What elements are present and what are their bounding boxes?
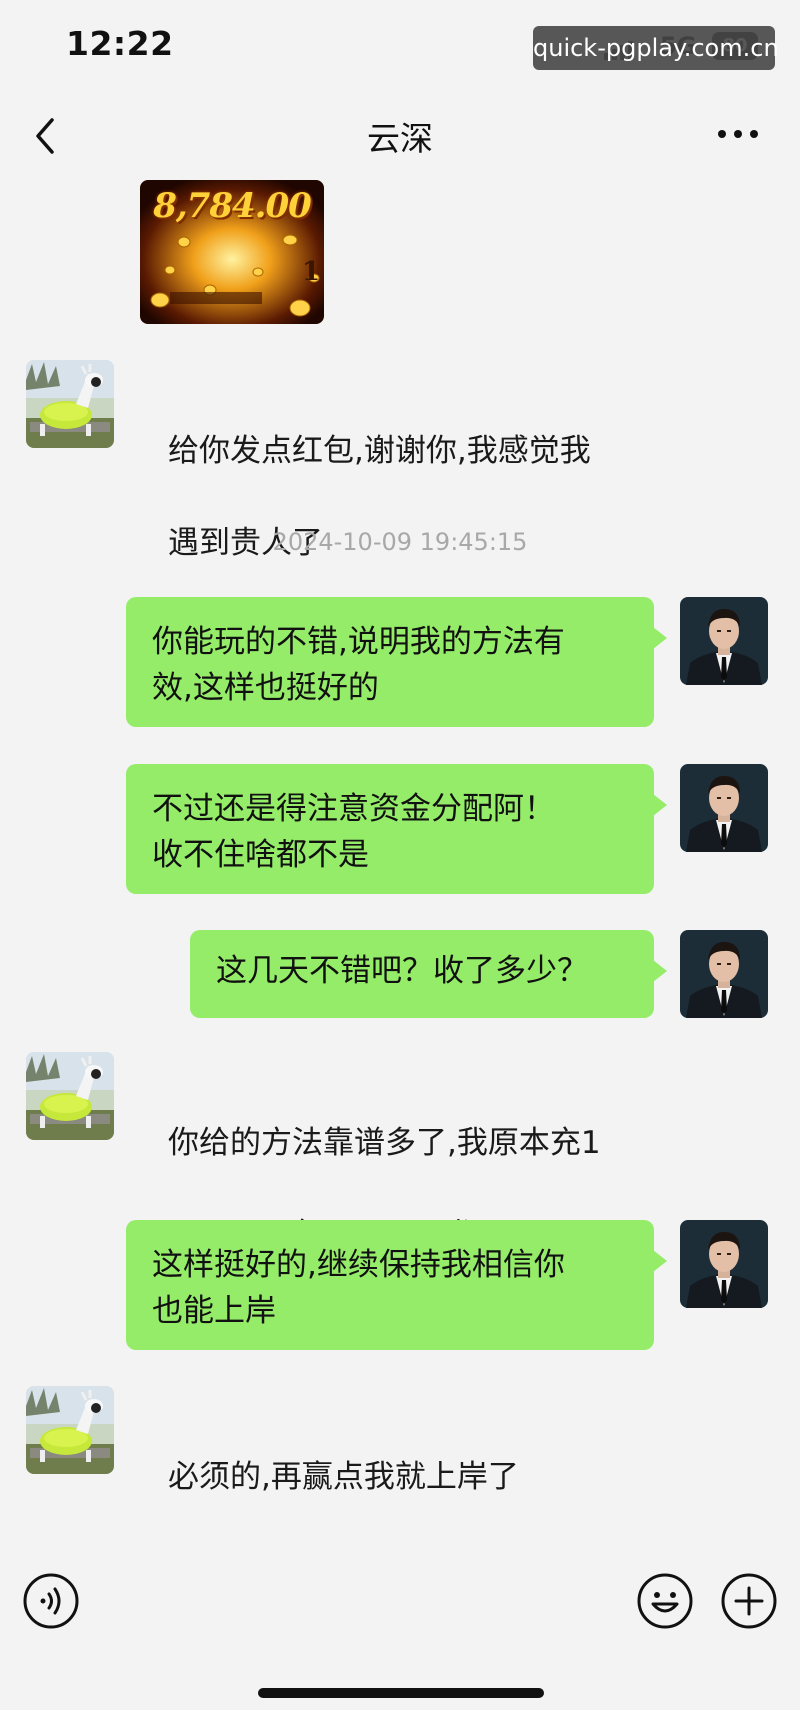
my-avatar[interactable] [680,597,768,685]
message-line: 这样挺好的,继续保持我相信你 [152,1247,565,1283]
message-line: 你给的方法靠谱多了,我原本充1 [168,1125,601,1161]
contact-avatar[interactable] [26,360,114,448]
more-button[interactable] [712,118,764,150]
incoming-message: 必须的,再赢点我就上岸了 [168,1408,519,1546]
chevron-left-icon [36,118,54,154]
outgoing-message[interactable]: 你能玩的不错,说明我的方法有 效,这样也挺好的 [126,597,667,727]
message-line: 效,这样也挺好的 [152,670,379,706]
message-line: 不过还是得注意资金分配阿！ [152,791,555,827]
outgoing-message[interactable]: 这样挺好的,继续保持我相信你 也能上岸 [126,1220,667,1350]
timestamp: 2024-10-09 19:45:15 [272,528,528,556]
emoji-button[interactable] [636,1572,694,1630]
message-line: 这几天不错吧？收了多少？ [216,953,588,989]
message-line: 给你发点红包,谢谢你,我感觉我 [168,433,591,469]
outgoing-message[interactable]: 不过还是得注意资金分配阿！ 收不住啥都不是 [126,764,667,894]
my-avatar[interactable] [680,1220,768,1308]
svg-text:1: 1 [302,257,320,287]
voice-icon [23,1573,79,1629]
message-line: 你能玩的不错,说明我的方法有 [152,624,565,660]
back-button[interactable] [28,112,64,160]
message-line: 也能上岸 [152,1293,276,1329]
contact-avatar[interactable] [26,1052,114,1140]
jackpot-amount: 8,784.00 [153,186,312,226]
plus-button[interactable] [720,1572,778,1630]
chat-title: 云深 [367,119,433,158]
message-line: 必须的,再赢点我就上岸了 [168,1459,519,1495]
watermark: quick-pgplay.com.cn [533,26,779,70]
message-line: 收不住啥都不是 [152,837,369,873]
more-dots-icon [718,130,758,138]
my-avatar[interactable] [680,764,768,852]
home-indicator[interactable] [258,1688,544,1698]
message-image[interactable]: 1 8,784.00 [140,180,324,324]
plus-icon [721,1573,777,1629]
contact-avatar[interactable] [26,1386,114,1474]
my-avatar[interactable] [680,930,768,1018]
incoming-message: 给你发点红包,谢谢你,我感觉我 遇到贵人了 [168,382,591,612]
outgoing-message[interactable]: 这几天不错吧？收了多少？ [190,930,667,1018]
voice-button[interactable] [22,1572,80,1630]
status-time: 12:22 [66,24,174,63]
emoji-icon [637,1573,693,1629]
